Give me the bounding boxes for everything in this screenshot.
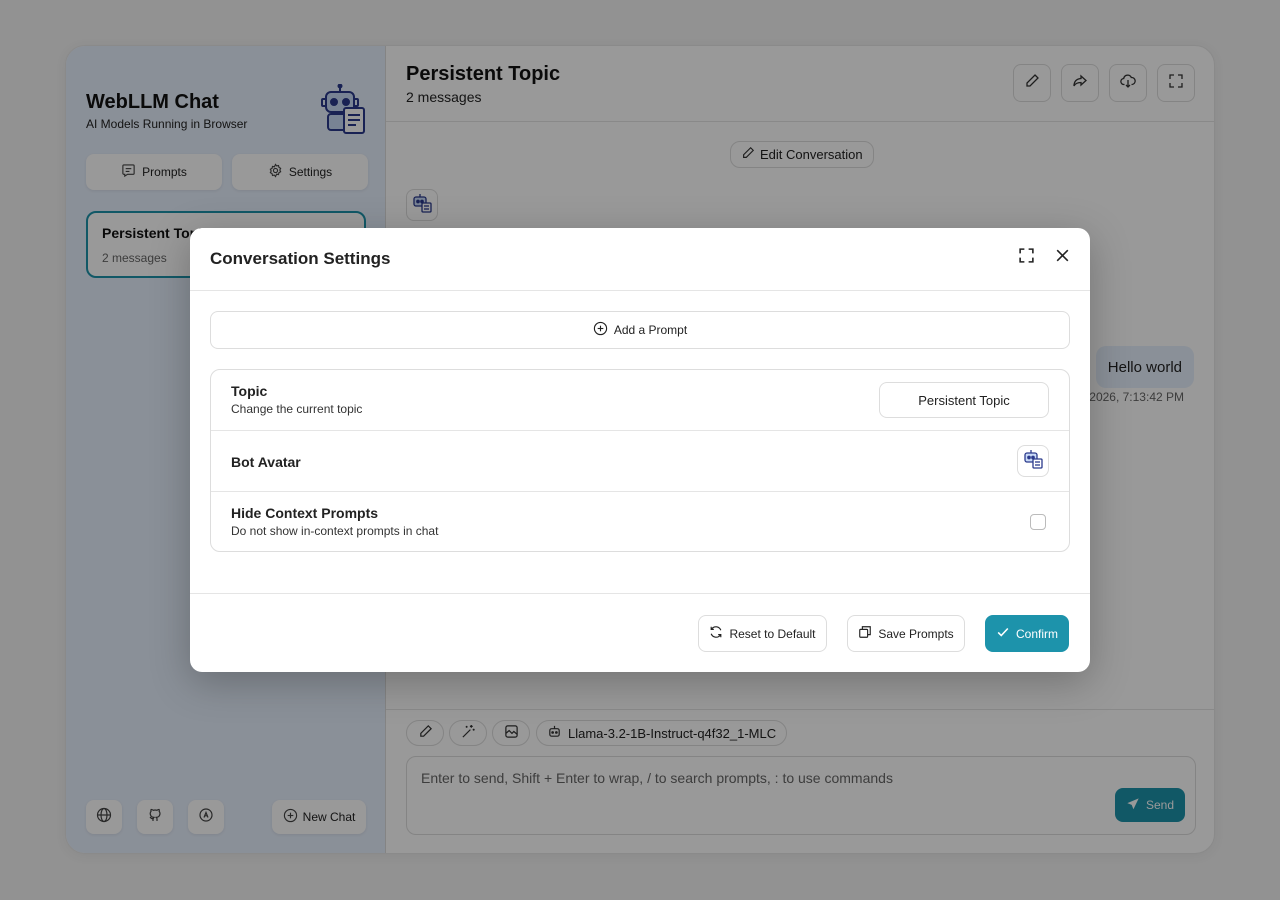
bot-avatar-title: Bot Avatar	[231, 454, 301, 470]
confirm-label: Confirm	[1015, 626, 1058, 641]
topic-input[interactable]	[879, 382, 1049, 418]
copy-icon	[858, 625, 872, 642]
reset-button[interactable]: Reset to Default	[698, 615, 827, 652]
robot-icon	[1022, 448, 1044, 475]
expand-icon	[1018, 247, 1035, 269]
close-icon	[1054, 247, 1071, 269]
confirm-button[interactable]: Confirm	[985, 615, 1069, 652]
hide-context-row: Hide Context Prompts Do not show in-cont…	[211, 492, 1069, 551]
conversation-settings-modal: Conversation Settings Add a Prompt Topic…	[190, 228, 1090, 672]
save-prompts-button[interactable]: Save Prompts	[847, 615, 965, 652]
add-prompt-label: Add a Prompt	[613, 323, 688, 337]
refresh-icon	[709, 625, 723, 642]
bot-avatar-picker[interactable]	[1017, 445, 1049, 477]
topic-row: Topic Change the current topic	[211, 370, 1069, 431]
hide-context-title: Hide Context Prompts	[231, 505, 379, 521]
settings-list: Topic Change the current topic Bot Avata…	[210, 369, 1070, 552]
modal-header: Conversation Settings	[190, 228, 1090, 291]
hide-context-subtitle: Do not show in-context prompts in chat	[231, 524, 439, 538]
bot-avatar-row: Bot Avatar	[211, 431, 1069, 492]
modal-title: Conversation Settings	[210, 249, 391, 268]
modal-footer: Reset to Default Save Prompts Confirm	[190, 593, 1090, 672]
plus-circle-icon	[593, 321, 608, 339]
close-button[interactable]	[1050, 246, 1074, 270]
reset-label: Reset to Default	[729, 626, 816, 641]
topic-title: Topic	[231, 383, 268, 399]
maximize-button[interactable]	[1014, 246, 1038, 270]
add-prompt-button[interactable]: Add a Prompt	[210, 311, 1070, 349]
topic-subtitle: Change the current topic	[231, 402, 363, 416]
hide-context-checkbox[interactable]	[1030, 514, 1046, 530]
save-prompts-label: Save Prompts	[878, 626, 954, 641]
check-icon	[996, 625, 1010, 642]
